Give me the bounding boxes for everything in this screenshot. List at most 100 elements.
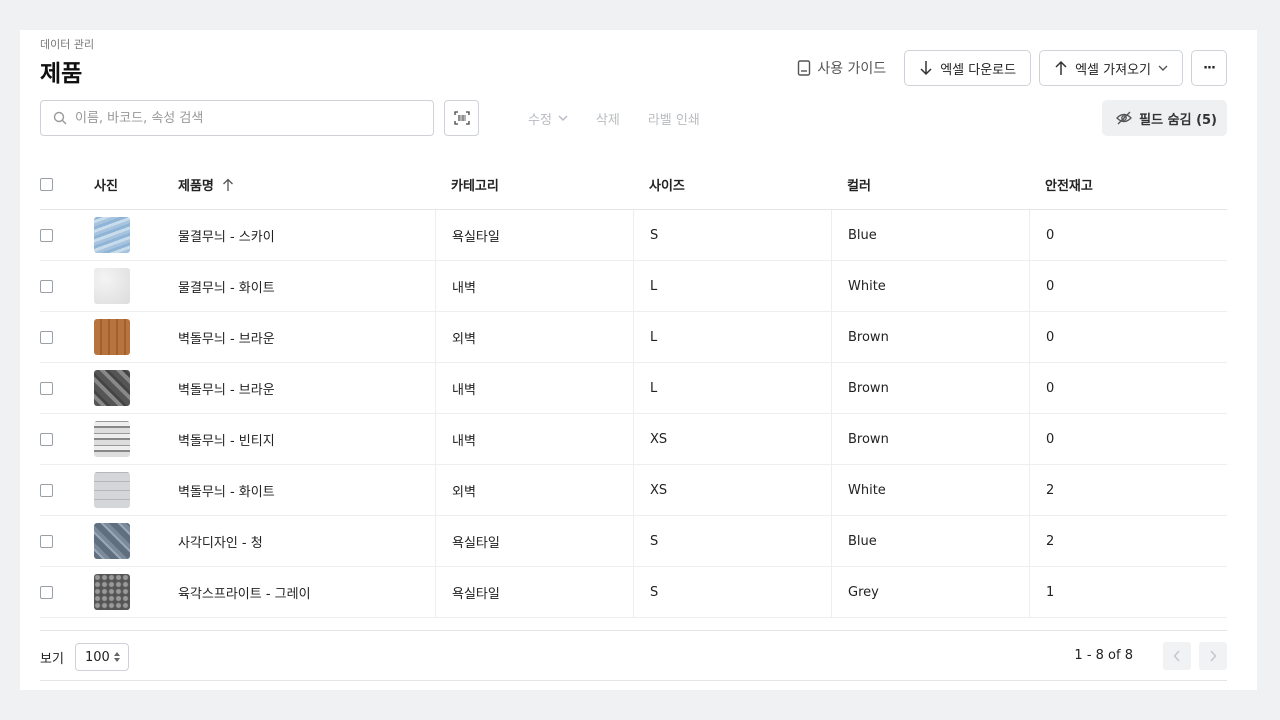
edit-dropdown[interactable]: 수정 xyxy=(528,109,568,128)
photo-cell xyxy=(94,363,178,413)
pagination-info: 1 - 8 of 8 xyxy=(1074,648,1133,663)
search-box[interactable] xyxy=(40,100,434,136)
product-name[interactable]: 벽돌무늬 - 화이트 xyxy=(178,465,435,515)
column-size[interactable]: 사이즈 xyxy=(633,160,831,209)
product-size: S xyxy=(633,516,831,566)
print-label-button[interactable]: 라벨 인쇄 xyxy=(648,109,700,128)
row-checkbox[interactable] xyxy=(40,585,53,599)
product-name[interactable]: 벽돌무늬 - 빈티지 xyxy=(178,414,435,464)
excel-import-button[interactable]: 엑셀 가져오기 xyxy=(1039,50,1183,86)
book-icon xyxy=(798,60,811,76)
product-color: Blue xyxy=(831,516,1029,566)
row-checkbox-cell xyxy=(40,516,94,566)
column-name[interactable]: 제품명 xyxy=(178,160,435,209)
row-checkbox-cell xyxy=(40,465,94,515)
product-name[interactable]: 물결무늬 - 스카이 xyxy=(178,210,435,260)
product-size: XS xyxy=(633,414,831,464)
product-name[interactable]: 사각디자인 - 청 xyxy=(178,516,435,566)
product-safety-stock: 0 xyxy=(1029,261,1227,311)
product-size: S xyxy=(633,210,831,260)
column-photo: 사진 xyxy=(94,179,118,194)
more-options-button[interactable]: ··· xyxy=(1191,50,1227,86)
page-size-value: 100 xyxy=(85,649,110,665)
product-safety-stock: 0 xyxy=(1029,414,1227,464)
product-thumbnail[interactable] xyxy=(94,319,130,355)
product-thumbnail[interactable] xyxy=(94,523,130,559)
row-checkbox[interactable] xyxy=(40,228,53,242)
more-icon: ··· xyxy=(1203,60,1216,76)
column-category[interactable]: 카테고리 xyxy=(435,160,633,209)
product-color: Blue xyxy=(831,210,1029,260)
photo-cell xyxy=(94,567,178,617)
product-color: Brown xyxy=(831,414,1029,464)
row-checkbox-cell xyxy=(40,210,94,260)
excel-download-button[interactable]: 엑셀 다운로드 xyxy=(904,50,1032,86)
row-checkbox[interactable] xyxy=(40,279,53,293)
product-category: 욕실타일 xyxy=(435,567,633,617)
product-name[interactable]: 벽돌무늬 - 브라운 xyxy=(178,312,435,362)
product-thumbnail[interactable] xyxy=(94,268,130,304)
select-all-checkbox[interactable] xyxy=(40,178,53,191)
search-input[interactable] xyxy=(75,110,433,126)
table-row[interactable]: 육각스프라이트 - 그레이 욕실타일 S Grey 1 xyxy=(40,567,1227,618)
table-row[interactable]: 물결무늬 - 화이트 내벽 L White 0 xyxy=(40,261,1227,312)
product-safety-stock: 0 xyxy=(1029,210,1227,260)
product-safety-stock: 0 xyxy=(1029,363,1227,413)
user-guide-link[interactable]: 사용 가이드 xyxy=(787,50,896,86)
next-page-button[interactable] xyxy=(1199,642,1227,670)
product-size: XS xyxy=(633,465,831,515)
chevron-right-icon xyxy=(1210,650,1217,662)
search-icon xyxy=(53,111,67,125)
view-label: 보기 xyxy=(40,652,64,667)
row-checkbox-cell xyxy=(40,567,94,617)
table-row[interactable]: 벽돌무늬 - 빈티지 내벽 XS Brown 0 xyxy=(40,414,1227,465)
table-row[interactable]: 벽돌무늬 - 브라운 내벽 L Brown 0 xyxy=(40,363,1227,414)
product-thumbnail[interactable] xyxy=(94,574,130,610)
page-size-select[interactable]: 100 xyxy=(75,643,129,671)
product-thumbnail[interactable] xyxy=(94,217,130,253)
photo-cell xyxy=(94,516,178,566)
table-header: 사진 제품명 카테고리 사이즈 컬러 안전재고 xyxy=(40,160,1227,210)
products-panel: 데이터 관리 제품 사용 가이드 엑셀 다운로드 엑셀 가져오기 ··· 이름,… xyxy=(20,30,1257,690)
table-row[interactable]: 벽돌무늬 - 브라운 외벽 L Brown 0 xyxy=(40,312,1227,363)
row-checkbox[interactable] xyxy=(40,534,53,548)
product-color: Brown xyxy=(831,312,1029,362)
photo-cell xyxy=(94,414,178,464)
product-safety-stock: 2 xyxy=(1029,516,1227,566)
page-title: 제품 xyxy=(40,61,83,87)
arrow-up-icon xyxy=(1055,60,1067,75)
hide-fields-button[interactable]: 필드 숨김 (5) xyxy=(1102,100,1227,136)
column-safety-stock[interactable]: 안전재고 xyxy=(1029,160,1227,209)
product-safety-stock: 0 xyxy=(1029,312,1227,362)
row-checkbox[interactable] xyxy=(40,432,53,446)
excel-import-label: 엑셀 가져오기 xyxy=(1075,62,1151,78)
barcode-scan-button[interactable] xyxy=(444,100,479,136)
breadcrumb[interactable]: 데이터 관리 xyxy=(40,36,94,52)
chevron-left-icon xyxy=(1173,650,1180,662)
table-row[interactable]: 벽돌무늬 - 화이트 외벽 XS White 2 xyxy=(40,465,1227,516)
column-color[interactable]: 컬러 xyxy=(831,160,1029,209)
top-actions: 사용 가이드 엑셀 다운로드 엑셀 가져오기 ··· xyxy=(787,50,1227,86)
table-row[interactable]: 사각디자인 - 청 욕실타일 S Blue 2 xyxy=(40,516,1227,567)
product-thumbnail[interactable] xyxy=(94,472,130,508)
prev-page-button[interactable] xyxy=(1163,642,1191,670)
product-name[interactable]: 물결무늬 - 화이트 xyxy=(178,261,435,311)
product-category: 욕실타일 xyxy=(435,516,633,566)
row-checkbox[interactable] xyxy=(40,483,53,497)
product-name[interactable]: 벽돌무늬 - 브라운 xyxy=(178,363,435,413)
product-thumbnail[interactable] xyxy=(94,421,130,457)
row-checkbox-cell xyxy=(40,414,94,464)
excel-download-label: 엑셀 다운로드 xyxy=(940,62,1017,78)
sort-ascending-icon xyxy=(222,178,233,191)
table-body: 물결무늬 - 스카이 욕실타일 S Blue 0 물결무늬 - 화이트 내벽 L White 0 벽… xyxy=(40,210,1227,618)
row-checkbox[interactable] xyxy=(40,330,53,344)
product-size: L xyxy=(633,312,831,362)
product-name[interactable]: 육각스프라이트 - 그레이 xyxy=(178,567,435,617)
product-thumbnail[interactable] xyxy=(94,370,130,406)
product-category: 외벽 xyxy=(435,312,633,362)
row-checkbox[interactable] xyxy=(40,381,53,395)
delete-button[interactable]: 삭제 xyxy=(596,109,620,128)
updown-icon xyxy=(113,652,120,662)
product-category: 내벽 xyxy=(435,363,633,413)
table-row[interactable]: 물결무늬 - 스카이 욕실타일 S Blue 0 xyxy=(40,210,1227,261)
